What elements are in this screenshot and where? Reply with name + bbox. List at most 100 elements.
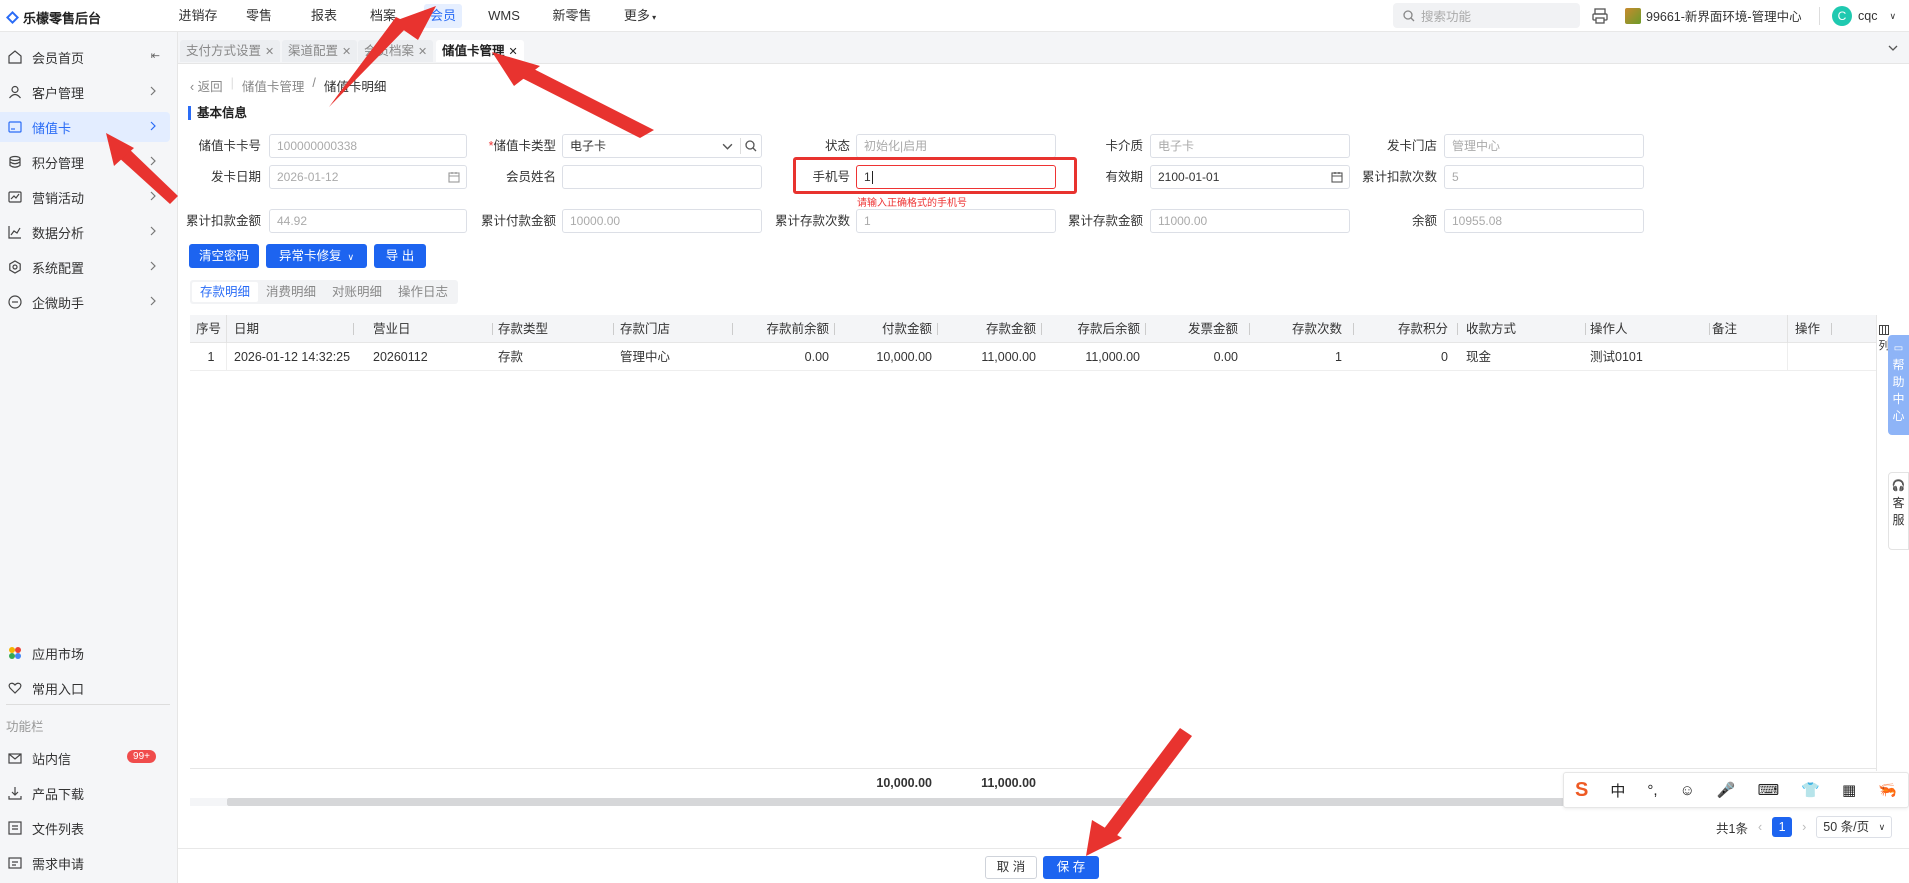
member-name-field[interactable] [562, 165, 762, 189]
subtab-deposit-detail[interactable]: 存款明细 [192, 282, 259, 302]
tab-channel-config[interactable]: 渠道配置 ✕ [282, 40, 358, 62]
app-logo[interactable]: 乐檬零售后台 [6, 8, 101, 27]
divider [1145, 323, 1146, 335]
nav-archive[interactable]: 档案 [365, 0, 401, 32]
divider [226, 315, 227, 343]
deposit-amount-field[interactable]: 11000.00 [1150, 209, 1350, 233]
deduct-count-field[interactable]: 5 [1444, 165, 1644, 189]
status-field[interactable]: 初始化|启用 [856, 134, 1056, 158]
search-input[interactable]: 搜索功能 [1393, 3, 1580, 28]
expiry-date-field[interactable]: 2100-01-01 [1150, 165, 1350, 189]
ime-toolbar[interactable]: S 中 °, ☺ 🎤 ⌨ 👕 ▦ 🦐 [1563, 772, 1909, 808]
nav-retail[interactable]: 零售 [241, 0, 277, 32]
subtab-consume-detail[interactable]: 消费明细 [258, 282, 324, 302]
emoji-icon[interactable]: ☺ [1680, 782, 1695, 799]
heart-icon [8, 682, 22, 694]
nav-more[interactable]: 更多 ▾ [620, 0, 660, 32]
sidebar-item-analytics[interactable]: 数据分析 [0, 217, 170, 247]
close-icon[interactable]: ✕ [265, 46, 274, 58]
tab-payment-settings[interactable]: 支付方式设置 ✕ [180, 40, 281, 62]
keyboard-icon[interactable]: ⌨ [1758, 781, 1780, 799]
sidebar-item-label: 客户管理 [32, 85, 85, 101]
chat-icon [8, 295, 22, 309]
nav-wms[interactable]: WMS [485, 0, 523, 32]
headset-icon: 🎧 [1891, 480, 1906, 492]
subtab-operation-log[interactable]: 操作日志 [390, 282, 456, 302]
issue-store-field[interactable]: 管理中心 [1444, 134, 1644, 158]
nav-inventory[interactable]: 进销存 [176, 0, 220, 32]
back-link[interactable]: ‹ 返回 [190, 76, 223, 95]
ime-logo-icon[interactable]: S [1575, 779, 1588, 802]
printer-icon[interactable] [1591, 7, 1609, 25]
sidebar-item-app-market[interactable]: 应用市场 [0, 638, 170, 668]
search-icon[interactable] [745, 140, 757, 152]
col-header: 存款前余额 [735, 315, 835, 343]
search-placeholder: 搜索功能 [1421, 10, 1472, 24]
breadcrumb-parent[interactable]: 储值卡管理 [242, 76, 305, 95]
nav-new-retail[interactable]: 新零售 [549, 0, 595, 32]
sidebar-item-points[interactable]: 积分管理 [0, 147, 170, 177]
tab-member-archive[interactable]: 会员档案 ✕ [358, 40, 434, 62]
sidebar-item-wecom-assistant[interactable]: 企微助手 [0, 287, 170, 317]
highlight-box [793, 157, 1077, 194]
sidebar-item-favorites[interactable]: 常用入口 [0, 673, 170, 703]
store-selector[interactable]: 99661-新界面环境-管理中心 [1625, 6, 1820, 25]
card-no-field[interactable]: 100000000338 [269, 134, 467, 158]
collapse-sidebar-icon[interactable]: ⇤ [151, 49, 160, 62]
shrimp-icon[interactable]: 🦐 [1878, 781, 1897, 799]
chevron-down-icon[interactable] [1887, 42, 1899, 54]
cancel-button[interactable]: 取 消 [985, 856, 1037, 879]
calendar-icon[interactable] [1331, 171, 1343, 183]
page-size-select[interactable]: 50 条/页 ∨ [1816, 816, 1893, 838]
balance-field[interactable]: 10955.08 [1444, 209, 1644, 233]
card-type-select[interactable]: 电子卡 [562, 134, 762, 158]
customer-service-button[interactable]: 🎧 客服 [1888, 472, 1909, 550]
clear-password-button[interactable]: 清空密码 [189, 244, 259, 268]
table-row[interactable]: 1 2026-01-12 14:32:25 20260112 存款 管理中心 0… [190, 343, 1876, 371]
sidebar-item-stored-value-card[interactable]: 储值卡 [0, 112, 170, 142]
sidebar-item-downloads[interactable]: 产品下载 [0, 778, 170, 808]
save-button[interactable]: 保 存 [1043, 856, 1099, 879]
prev-page-icon[interactable]: ‹ [1758, 820, 1762, 834]
export-button[interactable]: 导 出 [374, 244, 426, 268]
sidebar-item-file-list[interactable]: 文件列表 [0, 813, 170, 843]
grid-icon[interactable]: ▦ [1842, 781, 1856, 799]
subtab-reconcile-detail[interactable]: 对账明细 [324, 282, 390, 302]
sidebar-item-customers[interactable]: 客户管理 [0, 77, 170, 107]
tab-stored-value-card-mgmt[interactable]: 储值卡管理 ✕ [436, 40, 524, 62]
sidebar-item-inbox[interactable]: 站内信 99+ [0, 743, 170, 773]
sidebar-item-member-home[interactable]: 会员首页 ⇤ [0, 42, 170, 72]
page-number[interactable]: 1 [1772, 817, 1793, 837]
close-icon[interactable]: ✕ [342, 46, 351, 58]
sidebar-item-label: 企微助手 [32, 295, 85, 311]
deduct-amount-field[interactable]: 44.92 [269, 209, 467, 233]
ime-punct-icon[interactable]: °, [1647, 782, 1657, 799]
card-type-label: *储值卡类型 [475, 134, 556, 158]
nav-reports[interactable]: 报表 [306, 0, 342, 32]
medium-field[interactable]: 电子卡 [1150, 134, 1350, 158]
sidebar-item-marketing[interactable]: 营销活动 [0, 182, 170, 212]
close-icon[interactable]: ✕ [509, 46, 518, 58]
sidebar-item-requests[interactable]: 需求申请 [0, 848, 170, 878]
divider [353, 323, 354, 335]
back-label: 返回 [197, 80, 223, 94]
issue-date-field[interactable]: 2026-01-12 [269, 165, 467, 189]
col-header: 存款积分 [1358, 315, 1458, 343]
nav-member[interactable]: 会员 [424, 4, 462, 28]
microphone-icon[interactable]: 🎤 [1717, 781, 1736, 799]
pay-amount-field[interactable]: 10000.00 [562, 209, 762, 233]
columns-icon [1879, 325, 1889, 335]
col-header: 发票金额 [1150, 315, 1250, 343]
next-page-icon[interactable]: › [1802, 820, 1806, 834]
cell-deposit-amount: 11,000.00 [981, 350, 1036, 364]
ime-mode-icon[interactable]: 中 [1610, 780, 1625, 801]
cell-business-day: 20260112 [373, 350, 428, 364]
user-menu[interactable]: C cqc ∨ [1832, 6, 1896, 26]
skin-icon[interactable]: 👕 [1801, 781, 1820, 799]
col-header-text: 付款金额 [881, 322, 932, 336]
fix-abnormal-card-button[interactable]: 异常卡修复 ∨ [266, 244, 367, 268]
deposit-count-field[interactable]: 1 [856, 209, 1056, 233]
help-center-button[interactable]: ▭ 帮助中心 [1888, 335, 1909, 435]
close-icon[interactable]: ✕ [418, 46, 427, 58]
sidebar-item-system-config[interactable]: 系统配置 [0, 252, 170, 282]
